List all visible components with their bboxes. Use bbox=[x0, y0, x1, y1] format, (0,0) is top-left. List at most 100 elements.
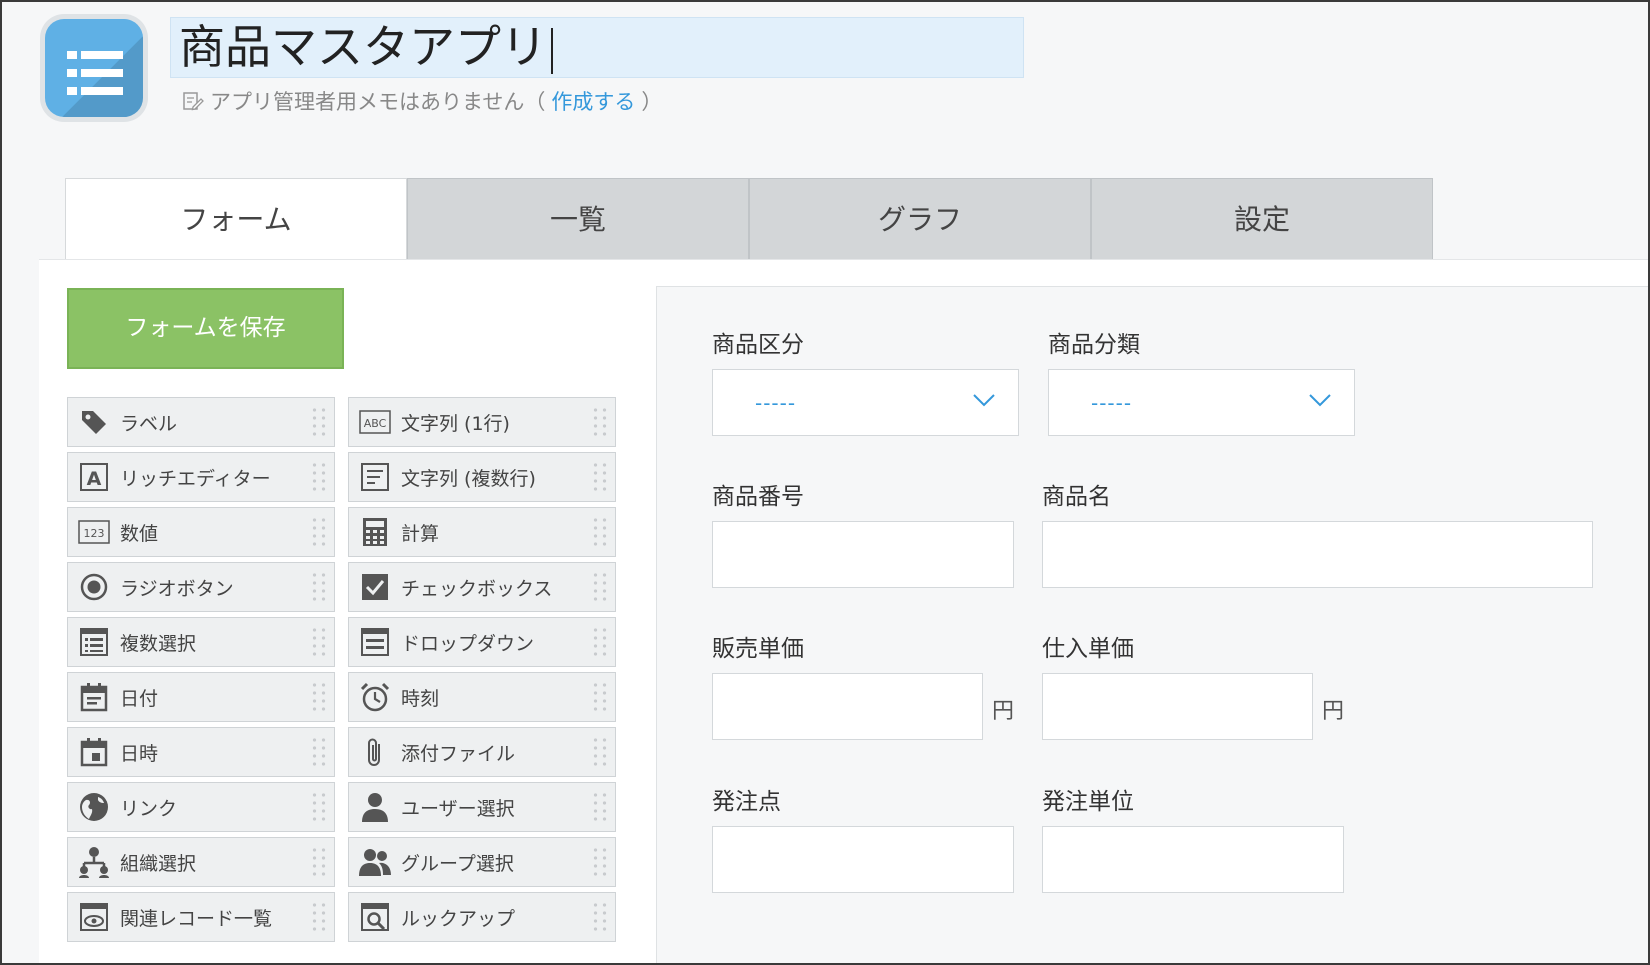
drag-handle-icon bbox=[310, 626, 328, 660]
palette-item-multi-line-text[interactable]: 文字列 (複数行) bbox=[348, 452, 616, 502]
svg-text:ABC: ABC bbox=[364, 417, 387, 430]
multiline-text-icon bbox=[357, 459, 393, 495]
cost-price-input[interactable] bbox=[1042, 673, 1313, 740]
svg-text:123: 123 bbox=[84, 527, 105, 540]
dropdown-value: ----- bbox=[1091, 390, 1133, 415]
field-label-product-code: 商品番号 bbox=[712, 484, 804, 510]
drag-handle-icon bbox=[310, 901, 328, 935]
tab-form[interactable]: フォーム bbox=[65, 178, 407, 260]
svg-text:A: A bbox=[87, 468, 102, 490]
cost-price-unit: 円 bbox=[1322, 699, 1345, 724]
tab-settings[interactable]: 設定 bbox=[1091, 178, 1433, 260]
palette-item-single-line-text[interactable]: ABC 文字列 (1行) bbox=[348, 397, 616, 447]
palette-item-group-select[interactable]: グループ選択 bbox=[348, 837, 616, 887]
memo-edit-icon bbox=[183, 92, 204, 111]
drag-handle-icon bbox=[310, 406, 328, 440]
palette-item-link[interactable]: リンク bbox=[67, 782, 335, 832]
app-name-text: 商品マスタアプリ bbox=[179, 20, 547, 74]
field-label-sale-price: 販売単価 bbox=[712, 636, 804, 662]
chevron-down-icon bbox=[1309, 394, 1331, 407]
field-label-order-unit: 発注単位 bbox=[1042, 789, 1134, 815]
palette-item-name: 文字列 (複数行) bbox=[401, 467, 536, 490]
tab-graph[interactable]: グラフ bbox=[749, 178, 1091, 260]
create-memo-link[interactable]: 作成する bbox=[551, 86, 635, 116]
chevron-down-icon bbox=[973, 394, 995, 407]
drag-handle-icon bbox=[591, 901, 609, 935]
memo-text: アプリ管理者用メモはありません（ bbox=[210, 90, 546, 114]
product-category-dropdown[interactable]: ----- bbox=[712, 369, 1019, 436]
palette-item-name: 複数選択 bbox=[120, 632, 197, 655]
save-form-button[interactable]: フォームを保存 bbox=[67, 288, 344, 369]
app-form-settings-screen: 商品マスタアプリ アプリ管理者用メモはありません（ 作成する） フォーム 一覧 グ… bbox=[0, 0, 1650, 965]
palette-item-lookup[interactable]: ルックアップ bbox=[348, 892, 616, 942]
palette-item-name: 関連レコード一覧 bbox=[120, 907, 273, 930]
palette-item-org-select[interactable]: 組織選択 bbox=[67, 837, 335, 887]
product-name-input[interactable] bbox=[1042, 521, 1593, 588]
drag-handle-icon bbox=[591, 626, 609, 660]
admin-memo: アプリ管理者用メモはありません（ 作成する） bbox=[182, 86, 662, 116]
drag-handle-icon bbox=[310, 571, 328, 605]
palette-item-radio-button[interactable]: ラジオボタン bbox=[67, 562, 335, 612]
drag-handle-icon bbox=[591, 516, 609, 550]
app-name-input[interactable]: 商品マスタアプリ bbox=[170, 17, 1024, 78]
palette-item-name: リッチエディター bbox=[120, 467, 271, 490]
palette-item-name: ドロップダウン bbox=[401, 632, 535, 655]
form-editor: フォームを保存 ラベル ABC 文字列 (1行) A リッチエディター 文字列 … bbox=[39, 259, 1648, 963]
palette-item-user-select[interactable]: ユーザー選択 bbox=[348, 782, 616, 832]
palette-item-name: 日付 bbox=[120, 687, 159, 710]
palette-item-name: リンク bbox=[120, 797, 178, 820]
palette-item-number[interactable]: 123 数値 bbox=[67, 507, 335, 557]
product-class-dropdown[interactable]: ----- bbox=[1048, 369, 1355, 436]
paperclip-icon bbox=[357, 734, 393, 770]
globe-icon bbox=[76, 789, 112, 825]
field-label-product-name: 商品名 bbox=[1042, 484, 1111, 510]
drag-handle-icon bbox=[591, 571, 609, 605]
palette-item-name: チェックボックス bbox=[401, 577, 553, 600]
field-label-product-class: 商品分類 bbox=[1048, 332, 1140, 358]
palette-item-dropdown[interactable]: ドロップダウン bbox=[348, 617, 616, 667]
palette-item-name: ラジオボタン bbox=[120, 577, 234, 600]
field-label-product-category: 商品区分 bbox=[712, 332, 804, 358]
sale-price-unit: 円 bbox=[992, 699, 1015, 724]
number-icon: 123 bbox=[76, 514, 112, 550]
order-unit-input[interactable] bbox=[1042, 826, 1344, 893]
lookup-icon bbox=[357, 899, 393, 935]
palette-item-checkbox[interactable]: チェックボックス bbox=[348, 562, 616, 612]
palette-item-name: 計算 bbox=[401, 522, 440, 545]
palette-item-calculation[interactable]: 計算 bbox=[348, 507, 616, 557]
drag-handle-icon bbox=[591, 406, 609, 440]
palette-item-name: 組織選択 bbox=[120, 852, 197, 875]
drag-handle-icon bbox=[591, 681, 609, 715]
palette-item-attachment[interactable]: 添付ファイル bbox=[348, 727, 616, 777]
palette-item-related-records[interactable]: 関連レコード一覧 bbox=[67, 892, 335, 942]
calculator-icon bbox=[357, 514, 393, 550]
list-icon bbox=[67, 51, 123, 95]
sale-price-input[interactable] bbox=[712, 673, 983, 740]
rich-editor-icon: A bbox=[76, 459, 112, 495]
abc-icon: ABC bbox=[357, 404, 393, 440]
palette-item-name: グループ選択 bbox=[401, 852, 514, 875]
drag-handle-icon bbox=[591, 736, 609, 770]
palette-item-time[interactable]: 時刻 bbox=[348, 672, 616, 722]
palette-item-multi-select[interactable]: 複数選択 bbox=[67, 617, 335, 667]
palette-item-rich-editor[interactable]: A リッチエディター bbox=[67, 452, 335, 502]
drag-handle-icon bbox=[310, 736, 328, 770]
palette-item-name: 添付ファイル bbox=[401, 742, 516, 765]
settings-tabs: フォーム 一覧 グラフ 設定 bbox=[65, 178, 1433, 260]
palette-item-datetime[interactable]: 日時 bbox=[67, 727, 335, 777]
memo-close-paren: ） bbox=[641, 90, 663, 114]
palette-item-label[interactable]: ラベル bbox=[67, 397, 335, 447]
tag-icon bbox=[76, 404, 112, 440]
reorder-point-input[interactable] bbox=[712, 826, 1014, 893]
field-label-cost-price: 仕入単価 bbox=[1042, 636, 1134, 662]
dropdown-icon bbox=[357, 624, 393, 660]
palette-item-date[interactable]: 日付 bbox=[67, 672, 335, 722]
field-label-reorder-point: 発注点 bbox=[712, 789, 781, 815]
tab-list[interactable]: 一覧 bbox=[407, 178, 749, 260]
form-layout-canvas: 商品区分 ----- 商品分類 ----- 商品番号 商品名 販売単価 円 仕入… bbox=[656, 286, 1648, 963]
drag-handle-icon bbox=[310, 846, 328, 880]
radio-icon bbox=[76, 569, 112, 605]
product-code-input[interactable] bbox=[712, 521, 1014, 588]
drag-handle-icon bbox=[591, 791, 609, 825]
drag-handle-icon bbox=[310, 516, 328, 550]
